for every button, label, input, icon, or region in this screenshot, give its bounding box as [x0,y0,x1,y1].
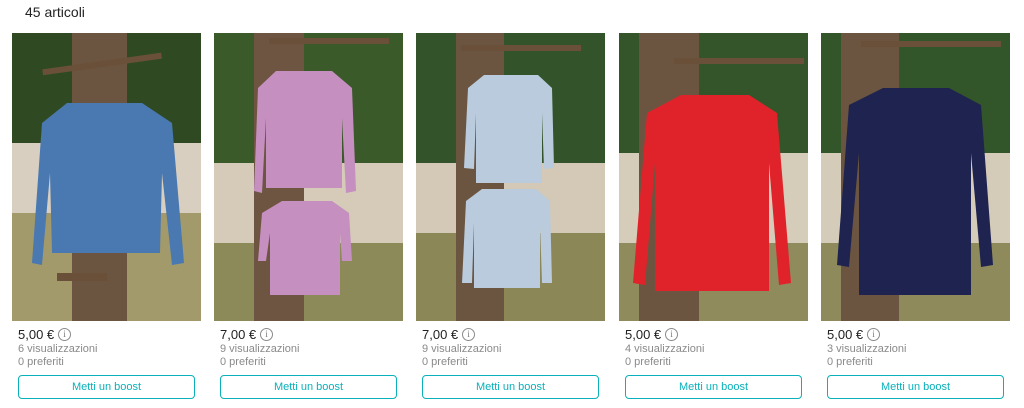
garment-shape [633,95,791,291]
boost-button[interactable]: Metti un boost [827,375,1004,399]
item-photo[interactable] [416,33,605,321]
garment-shape [462,189,552,288]
price-row: 5,00 € i [827,327,881,342]
item-views: 9 visualizzazioni [220,343,300,355]
light-blue-twinset-photo [416,33,605,321]
item-favorites: 0 preferiti [625,356,671,368]
price-row: 5,00 € i [18,327,72,342]
item-price: 5,00 € [18,327,55,342]
info-icon[interactable]: i [58,328,72,341]
item-card[interactable]: 5,00 € i 3 visualizzazioni 0 preferiti M… [821,33,1010,401]
item-views: 4 visualizzazioni [625,343,705,355]
boost-button[interactable]: Metti un boost [220,375,397,399]
red-cardigan-photo [619,33,808,321]
garment-shape [258,201,352,295]
item-favorites: 0 preferiti [18,356,64,368]
item-favorites: 0 preferiti [827,356,873,368]
item-card[interactable]: 5,00 € i 4 visualizzazioni 0 preferiti M… [619,33,808,401]
navy-cardigan-photo [821,33,1010,321]
boost-button[interactable]: Metti un boost [625,375,802,399]
boost-button[interactable]: Metti un boost [18,375,195,399]
item-favorites: 0 preferiti [220,356,266,368]
pink-twinset-photo [214,33,403,321]
item-views: 3 visualizzazioni [827,343,907,355]
item-price: 5,00 € [827,327,864,342]
boost-button[interactable]: Metti un boost [422,375,599,399]
garment-shape [254,71,356,193]
denim-jacket-photo [12,33,201,321]
item-photo[interactable] [619,33,808,321]
item-count: 45 articoli [25,4,85,20]
garment-shape [837,88,993,295]
item-card[interactable]: 5,00 € i 6 visualizzazioni 0 preferiti M… [12,33,201,401]
item-price: 7,00 € [220,327,257,342]
items-grid: 5,00 € i 6 visualizzazioni 0 preferiti M… [12,33,1012,403]
item-price: 7,00 € [422,327,459,342]
price-row: 7,00 € i [220,327,274,342]
info-icon[interactable]: i [260,328,274,341]
item-views: 6 visualizzazioni [18,343,98,355]
info-icon[interactable]: i [462,328,476,341]
price-row: 5,00 € i [625,327,679,342]
item-card[interactable]: 7,00 € i 9 visualizzazioni 0 preferiti M… [416,33,605,401]
item-card[interactable]: 7,00 € i 9 visualizzazioni 0 preferiti M… [214,33,403,401]
item-photo[interactable] [214,33,403,321]
item-photo[interactable] [821,33,1010,321]
info-icon[interactable]: i [665,328,679,341]
price-row: 7,00 € i [422,327,476,342]
item-price: 5,00 € [625,327,662,342]
item-photo[interactable] [12,33,201,321]
item-favorites: 0 preferiti [422,356,468,368]
garment-shape [464,75,554,183]
item-views: 9 visualizzazioni [422,343,502,355]
info-icon[interactable]: i [867,328,881,341]
